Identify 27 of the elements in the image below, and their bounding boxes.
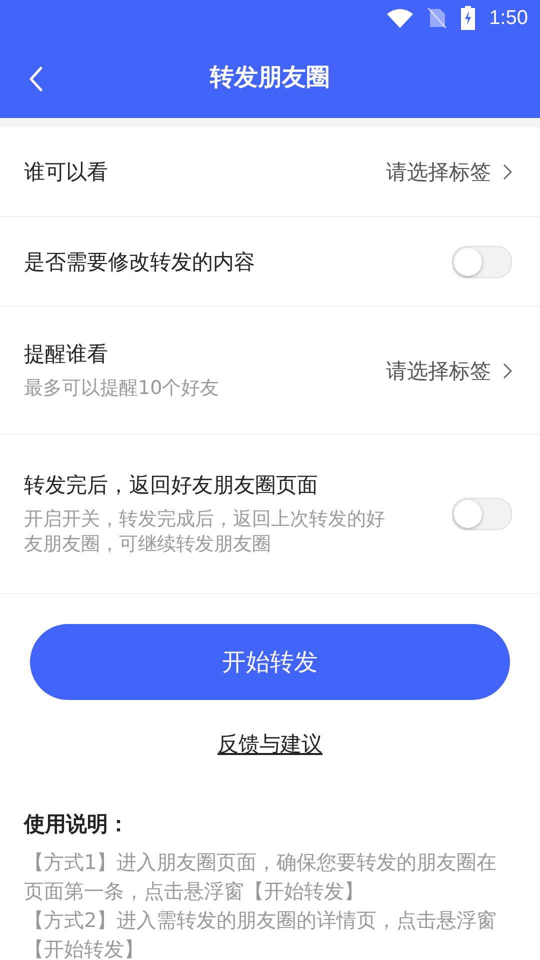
setting-title: 提醒谁看	[24, 341, 109, 368]
setting-title: 是否需要修改转发的内容	[24, 248, 256, 276]
back-icon[interactable]	[29, 66, 43, 92]
settings-row[interactable]: 谁可以看 请选择标签	[0, 127, 540, 217]
setting-description: 最多可以提醒10个好友	[24, 376, 220, 401]
battery-icon	[461, 6, 476, 30]
settings-row[interactable]: 是否需要修改转发的内容	[0, 217, 540, 307]
toggle-switch[interactable]	[452, 498, 512, 530]
chevron-right-icon	[503, 164, 512, 180]
settings-row[interactable]: 提醒谁看 最多可以提醒10个好友 请选择标签	[0, 307, 540, 435]
setting-title: 谁可以看	[24, 158, 109, 186]
page-title: 转发朋友圈	[210, 62, 330, 93]
status-time: 1:50	[489, 6, 528, 30]
instruction-text: 【方式2】进入需转发的朋友圈的详情页，点击悬浮窗【开始转发】	[24, 907, 498, 960]
instructions-title: 使用说明：	[24, 811, 130, 838]
settings-row[interactable]: 转发完后，返回好友朋友圈页面 开启开关，转发完成后，返回上次转发的好友朋友圈，可继续转发朋友圈	[0, 435, 540, 594]
select-value: 请选择标签	[386, 358, 491, 384]
feedback-link[interactable]: 反馈与建议	[218, 732, 322, 756]
instruction-text: 【方式1】进入朋友圈页面，确保您要转发的朋友圈在页面第一条，点击悬浮窗【开始转发】	[24, 849, 498, 905]
chevron-right-icon	[503, 362, 512, 378]
select-value: 请选择标签	[386, 158, 491, 186]
setting-description: 开启开关，转发完成后，返回上次转发的好友朋友圈，可继续转发朋友圈	[24, 507, 386, 557]
setting-title: 转发完后，返回好友朋友圈页面	[24, 472, 319, 499]
start-button[interactable]: 开始转发	[30, 624, 510, 700]
toggle-switch[interactable]	[452, 246, 512, 278]
wifi-icon	[387, 8, 414, 28]
no-sim-icon	[427, 7, 448, 29]
